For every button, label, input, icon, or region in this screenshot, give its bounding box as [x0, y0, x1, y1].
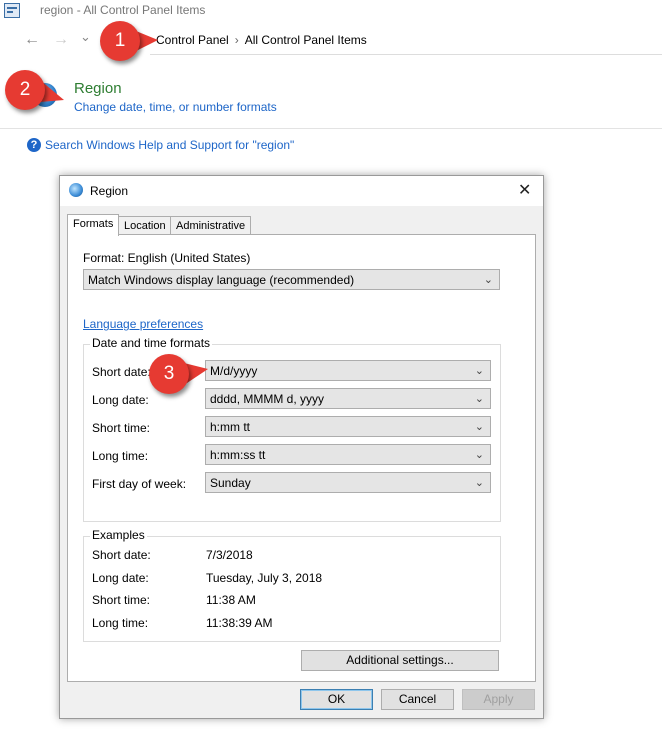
callout-tails — [40, 31, 208, 385]
callout-badge-3: 3 — [149, 354, 189, 394]
callout-badge-2: 2 — [5, 70, 45, 110]
tab-formats[interactable]: Formats — [67, 214, 120, 236]
callout-badge-1: 1 — [100, 21, 140, 61]
